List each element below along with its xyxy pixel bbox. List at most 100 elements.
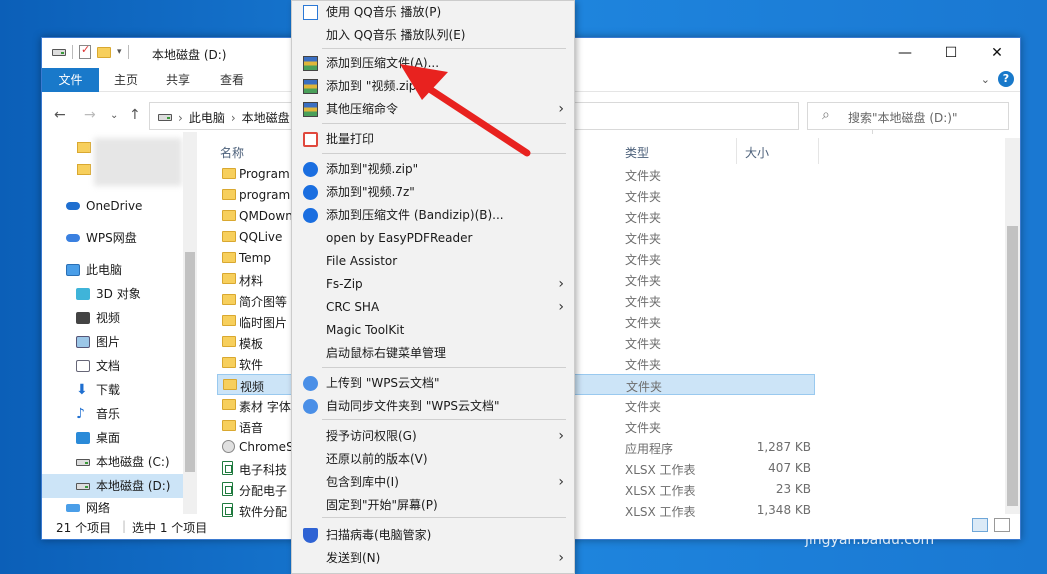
recent-locations-icon[interactable]: ⌄ <box>110 110 118 121</box>
menu-item[interactable]: 添加到压缩文件(A)... <box>292 52 574 75</box>
menu-item[interactable]: 添加到"视频.7z" <box>292 181 574 204</box>
file-list-scrollbar[interactable] <box>1005 138 1020 514</box>
file-type: XLSX 工作表 <box>625 463 696 477</box>
details-view-icon[interactable] <box>972 518 988 532</box>
nav-label: 3D 对象 <box>96 287 141 301</box>
menu-item-label: 使用 QQ音乐 播放(P) <box>326 5 442 19</box>
menu-item[interactable]: File Assistor <box>292 250 574 273</box>
menu-item[interactable]: 其他压缩命令 › <box>292 98 574 121</box>
forward-icon[interactable]: → <box>84 107 96 123</box>
menu-item[interactable]: CRC SHA › <box>292 296 574 319</box>
scrollbar-thumb[interactable] <box>185 252 195 472</box>
file-type: 文件夹 <box>625 253 662 267</box>
menu-item[interactable]: Magic ToolKit <box>292 319 574 342</box>
nav-pictures[interactable]: 图片 <box>76 330 120 354</box>
item-count: 21 个项目 <box>56 521 112 535</box>
column-header-name[interactable]: 名称 <box>220 144 244 161</box>
menu-item[interactable]: 启动鼠标右键菜单管理 <box>292 342 574 365</box>
nav-onedrive[interactable]: OneDrive <box>66 194 142 218</box>
menu-item[interactable]: 授予访问权限(G) › <box>292 425 574 448</box>
nav-documents[interactable]: 文档 <box>76 354 120 378</box>
menu-item[interactable]: 添加到 "视频.zip" <box>292 75 574 98</box>
menu-item-label: 添加到"视频.7z" <box>326 185 415 199</box>
column-header-size[interactable]: 大小 <box>745 144 769 161</box>
nav-music[interactable]: ♪ 音乐 <box>76 402 120 426</box>
toolbar-divider <box>72 45 73 59</box>
nav-downloads[interactable]: ⬇ 下载 <box>76 378 120 402</box>
up-icon[interactable]: ↑ <box>129 107 141 123</box>
file-type: 文件夹 <box>626 380 663 394</box>
help-icon[interactable]: ? <box>998 71 1014 87</box>
menu-item[interactable]: 自动同步文件夹到 "WPS云文档" <box>292 395 574 418</box>
menu-item[interactable]: 发送到(N) › <box>292 547 574 570</box>
menu-item-label: 扫描病毒(电脑管家) <box>326 528 432 542</box>
menu-item-label: 授予访问权限(G) <box>326 429 417 443</box>
nav-drive-d[interactable]: 本地磁盘 (D:) <box>42 474 183 498</box>
file-name: 语音 <box>239 421 264 435</box>
qq-music-icon <box>303 5 318 20</box>
back-icon[interactable]: ← <box>54 107 66 123</box>
selected-count: 选中 1 个项目 <box>132 521 208 535</box>
menu-item[interactable]: 加入 QQ音乐 播放队列(E) <box>292 24 574 47</box>
excel-file-icon <box>222 461 233 475</box>
menu-item[interactable]: open by EasyPDFReader <box>292 227 574 250</box>
nav-desktop[interactable]: 桌面 <box>76 426 120 450</box>
menu-item[interactable]: 批量打印 <box>292 128 574 151</box>
customize-toolbar-icon[interactable]: ▾ <box>117 47 122 57</box>
breadcrumb-this-pc[interactable]: 此电脑 <box>189 109 225 126</box>
minimize-button[interactable]: — <box>882 38 928 68</box>
nav-label: 音乐 <box>96 407 121 421</box>
properties-icon[interactable] <box>79 43 91 59</box>
scrollbar-thumb[interactable] <box>1007 226 1018 506</box>
cloud-icon <box>66 202 80 210</box>
tab-view[interactable]: 查看 <box>208 68 256 92</box>
menu-item[interactable]: 上传到 "WPS云文档" <box>292 372 574 395</box>
menu-item[interactable]: 添加到"视频.zip" <box>292 158 574 181</box>
menu-item[interactable]: 还原以前的版本(V) <box>292 448 574 471</box>
folder-icon <box>222 273 236 284</box>
menu-item-label: 启动鼠标右键菜单管理 <box>326 346 447 360</box>
search-input[interactable]: ⌕ 搜索"本地磁盘 (D:)" <box>807 102 1009 130</box>
menu-item-label: 自动同步文件夹到 "WPS云文档" <box>326 399 500 413</box>
menu-item[interactable]: 固定到"开始"屏幕(P) <box>292 494 574 517</box>
expand-ribbon-icon[interactable]: ⌄ <box>981 73 990 86</box>
tab-file[interactable]: 文件 <box>42 68 99 92</box>
nav-scrollbar[interactable] <box>183 132 197 514</box>
maximize-button[interactable]: ☐ <box>928 38 974 68</box>
folder-icon <box>222 168 236 179</box>
nav-drive-c[interactable]: 本地磁盘 (C:) <box>76 450 170 474</box>
nav-videos[interactable]: 视频 <box>76 306 120 330</box>
status-divider: | <box>122 519 127 533</box>
application-icon <box>222 440 235 453</box>
nav-network[interactable]: 网络 <box>66 502 110 514</box>
nav-label: 网络 <box>86 502 111 514</box>
menu-item[interactable]: 使用 QQ音乐 播放(P) <box>292 1 574 24</box>
shield-icon <box>303 528 318 543</box>
new-folder-icon[interactable] <box>97 46 111 58</box>
drive-icon <box>76 482 90 490</box>
menu-item[interactable]: 添加到压缩文件 (Bandizip)(B)... <box>292 204 574 227</box>
file-name: QQLive <box>239 230 283 244</box>
folder-icon <box>222 210 236 221</box>
submenu-arrow-icon: › <box>558 276 564 292</box>
menu-item[interactable]: 扫描病毒(电脑管家) <box>292 524 574 547</box>
menu-item-label: 还原以前的版本(V) <box>326 452 428 466</box>
drive-icon <box>158 114 172 121</box>
menu-item[interactable]: Fs-Zip › <box>292 273 574 296</box>
chevron-right-icon: › <box>230 110 236 125</box>
search-placeholder: 搜索"本地磁盘 (D:)" <box>848 111 958 125</box>
column-header-type[interactable]: 类型 <box>625 144 649 161</box>
menu-separator <box>322 48 566 49</box>
tab-home[interactable]: 主页 <box>102 68 150 92</box>
nav-3d-objects[interactable]: 3D 对象 <box>76 282 141 306</box>
tab-share[interactable]: 共享 <box>154 68 202 92</box>
menu-item[interactable]: 包含到库中(I) › <box>292 471 574 494</box>
nav-wps-drive[interactable]: WPS网盘 <box>66 226 137 250</box>
computer-icon <box>66 264 80 276</box>
nav-this-pc[interactable]: 此电脑 <box>66 258 122 282</box>
drive-icon <box>52 48 66 56</box>
breadcrumb-drive[interactable]: 本地磁盘 <box>242 109 290 126</box>
close-button[interactable]: ✕ <box>974 38 1020 68</box>
menu-item-label: 其他压缩命令 <box>326 102 399 116</box>
large-icons-view-icon[interactable] <box>994 518 1010 532</box>
